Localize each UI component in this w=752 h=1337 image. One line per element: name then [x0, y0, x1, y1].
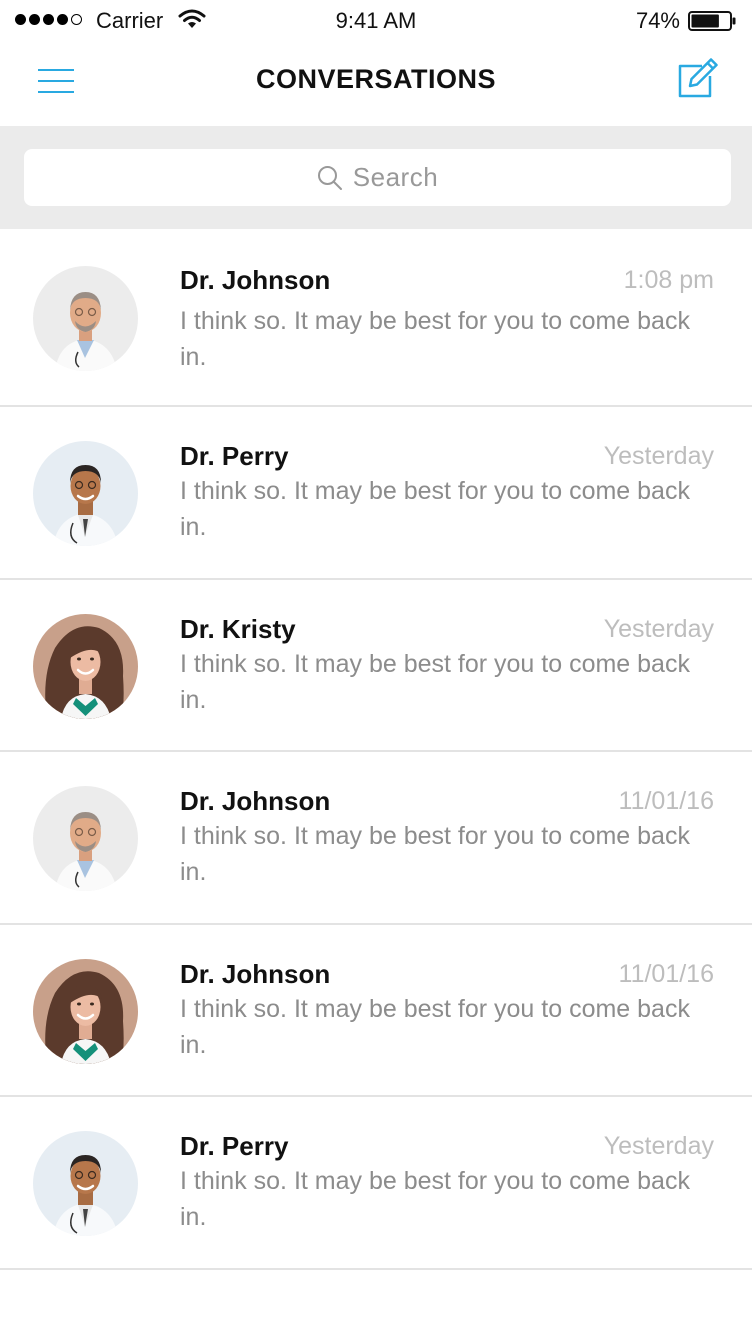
doctor-avatar: [33, 786, 138, 891]
navigation-bar: CONVERSATIONS: [0, 42, 752, 126]
contact-name: Dr. Perry: [180, 1131, 289, 1161]
search-placeholder: Search: [352, 162, 439, 192]
search-input[interactable]: Search: [24, 149, 731, 206]
conversation-row[interactable]: Dr. Johnson 1:08 pm I think so. It may b…: [0, 229, 752, 407]
conversation-row[interactable]: Dr. Johnson 11/01/16 I think so. It may …: [0, 925, 752, 1097]
status-bar: Carrier 9:41 AM 74%: [0, 0, 752, 42]
message-time: Yesterday: [603, 1132, 714, 1160]
contact-name: Dr. Johnson: [180, 958, 331, 989]
conversation-row[interactable]: Dr. Perry Yesterday I think so. It may b…: [0, 407, 752, 580]
doctor-avatar: [33, 441, 138, 546]
message-time: Yesterday: [603, 442, 714, 470]
message-time: Yesterday: [603, 614, 714, 643]
message-preview: I think so. It may be best for you to co…: [180, 307, 690, 371]
doctor-avatar: [33, 266, 138, 371]
conversation-row[interactable]: Dr. Johnson 11/01/16 I think so. It may …: [0, 752, 752, 925]
message-preview: I think so. It may be best for you to co…: [180, 649, 690, 714]
contact-name: Dr. Johnson: [180, 786, 331, 816]
battery-icon: [688, 11, 736, 31]
search-bar-container: Search: [0, 126, 752, 229]
message-time: 11/01/16: [618, 787, 714, 815]
battery-percentage: 74%: [635, 8, 680, 33]
message-preview: I think so. It may be best for you to co…: [180, 822, 690, 886]
message-time: 11/01/16: [618, 959, 714, 988]
message-preview: I think so. It may be best for you to co…: [180, 1167, 690, 1231]
contact-name: Dr. Kristy: [180, 613, 296, 644]
message-time: 1:08 pm: [623, 266, 714, 294]
doctor-avatar: [33, 613, 138, 719]
doctor-avatar: [33, 958, 138, 1064]
conversation-row[interactable]: Dr. Perry Yesterday I think so. It may b…: [0, 1097, 752, 1270]
message-preview: I think so. It may be best for you to co…: [180, 994, 690, 1059]
message-preview: I think so. It may be best for you to co…: [180, 477, 690, 541]
search-icon: [317, 165, 342, 190]
conversation-row[interactable]: Dr. Kristy Yesterday I think so. It may …: [0, 580, 752, 752]
page-title: CONVERSATIONS: [255, 64, 497, 94]
conversation-list: Dr. Johnson 1:08 pm I think so. It may b…: [0, 229, 752, 1270]
doctor-avatar: [33, 1131, 138, 1236]
compose-icon[interactable]: [676, 58, 720, 100]
contact-name: Dr. Johnson: [180, 265, 331, 295]
contact-name: Dr. Perry: [180, 441, 289, 471]
